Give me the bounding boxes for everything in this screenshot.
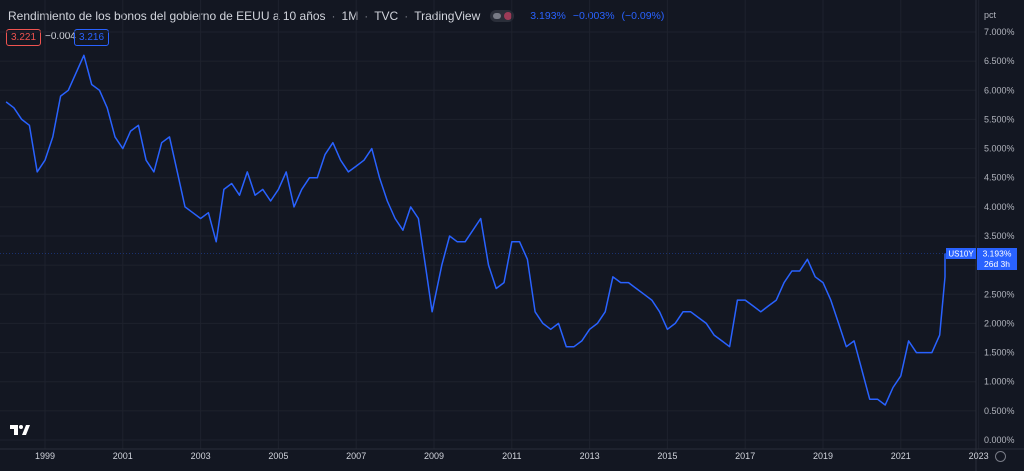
y-tick-label: 4.000% <box>984 202 1015 212</box>
grid-lines <box>0 0 980 449</box>
change-value: −0.003% <box>572 10 615 22</box>
y-axis-unit: pct <box>984 10 997 20</box>
x-tick-label: 2015 <box>657 451 677 461</box>
x-tick-label: 2013 <box>580 451 600 461</box>
chart-header: Rendimiento de los bonos del gobierno de… <box>8 9 668 23</box>
bar-countdown: 26d 3h <box>984 259 1010 269</box>
x-tick-label: 1999 <box>35 451 55 461</box>
gear-icon[interactable] <box>995 451 1006 462</box>
x-tick-label: 2021 <box>891 451 911 461</box>
y-tick-label: 7.000% <box>984 27 1015 37</box>
x-tick-label: 2019 <box>813 451 833 461</box>
y-tick-label: 6.000% <box>984 85 1015 95</box>
x-tick-label: 2001 <box>113 451 133 461</box>
last-price-label: US10Y 3.193% 26d 3h <box>946 248 1017 270</box>
y-tick-label: 2.500% <box>984 289 1015 299</box>
separator-dot: · <box>364 9 369 23</box>
x-tick-label: 2023 <box>969 451 989 461</box>
eye-toggle-icon[interactable] <box>490 10 515 22</box>
y-axis[interactable]: 0.000% 0.500% 1.000% 1.500% 2.000% 2.500% 3.00… <box>984 27 1015 445</box>
spread-value: −0.004 <box>45 31 76 42</box>
provider-label: TradingView <box>414 9 481 23</box>
interval-label[interactable]: 1M <box>342 9 359 23</box>
y-tick-label: 5.000% <box>984 144 1015 154</box>
source-label[interactable]: TVC <box>374 9 398 23</box>
tradingview-logo-icon[interactable] <box>9 423 30 437</box>
x-tick-label: 2003 <box>191 451 211 461</box>
y-tick-label: 6.500% <box>984 56 1015 66</box>
symbol-tag: US10Y <box>948 250 974 259</box>
y-tick-label: 0.500% <box>984 406 1015 416</box>
y-tick-label: 2.000% <box>984 318 1015 328</box>
quote-summary: 3.193% −0.003% (−0.09%) <box>530 10 668 22</box>
x-tick-label: 2017 <box>735 451 755 461</box>
sell-price-button[interactable]: 3.221 <box>6 29 42 46</box>
change-percent: (−0.09%) <box>621 10 665 22</box>
y-tick-label: 4.500% <box>984 173 1015 183</box>
y-tick-label: 1.000% <box>984 377 1015 387</box>
y-tick-label: 1.500% <box>984 348 1015 358</box>
separator-dot: · <box>404 9 409 23</box>
last-price-value: 3.193% <box>983 249 1012 259</box>
y-tick-label: 3.000% <box>984 260 1015 270</box>
y-tick-label: 0.000% <box>984 435 1015 445</box>
buy-price-button[interactable]: 3.216 <box>74 29 110 46</box>
x-axis[interactable]: 1999 2001 2003 2005 2007 2009 2011 2013 2015 2017… <box>35 451 989 461</box>
series-line-us10y <box>5 54 946 406</box>
separator-dot: · <box>331 9 336 23</box>
chart-title[interactable]: Rendimiento de los bonos del gobierno de… <box>8 9 326 23</box>
x-tick-label: 2007 <box>346 451 366 461</box>
x-tick-label: 2011 <box>502 451 521 461</box>
price-chart[interactable]: 0.000% 0.500% 1.000% 1.500% 2.000% 2.500% 3.00… <box>0 0 1024 471</box>
x-tick-label: 2005 <box>268 451 288 461</box>
last-value: 3.193% <box>530 10 566 22</box>
y-tick-label: 3.500% <box>984 231 1015 241</box>
y-tick-label: 5.500% <box>984 114 1015 124</box>
x-tick-label: 2009 <box>424 451 444 461</box>
